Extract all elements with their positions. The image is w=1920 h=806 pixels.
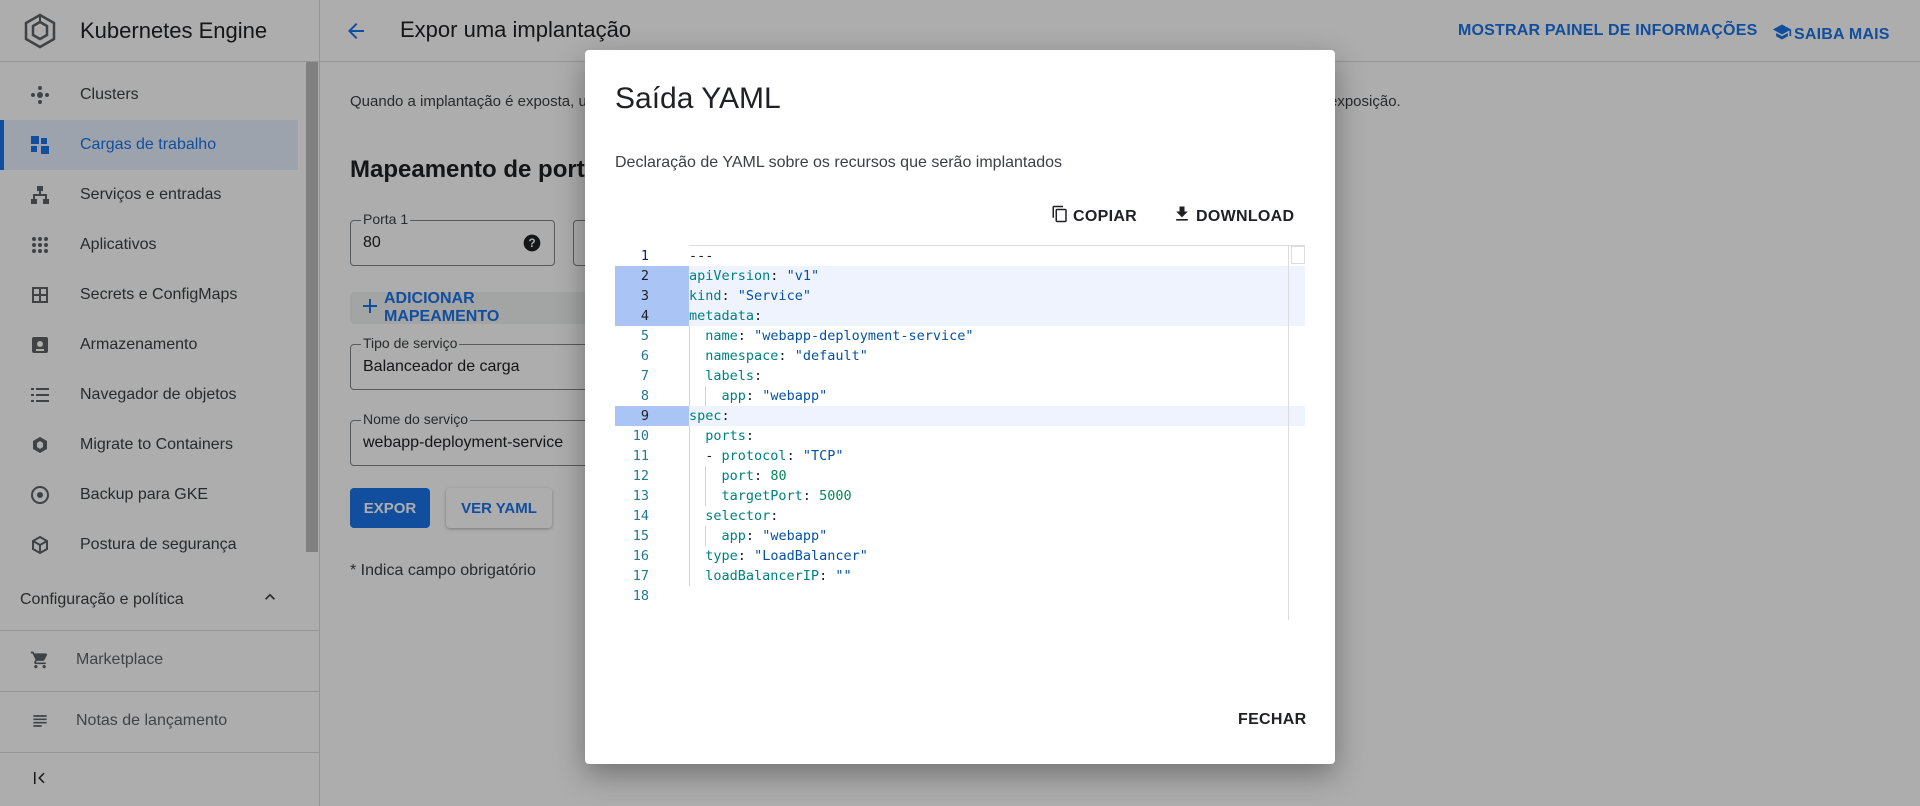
editor-overview-ruler [1291, 246, 1305, 264]
line-number: 5 [640, 328, 649, 344]
download-icon [1172, 204, 1192, 229]
indent-guide [705, 466, 707, 506]
close-button[interactable]: FECHAR [1238, 711, 1306, 729]
line-number: 9 [615, 406, 689, 426]
copy-icon [1051, 204, 1069, 229]
code-text: ports: [705, 428, 755, 444]
copy-button[interactable]: COPIAR [1051, 204, 1137, 229]
yaml-output-dialog: Saída YAML Declaração de YAML sobre os r… [585, 50, 1335, 764]
line-number: 16 [632, 548, 649, 564]
line-number: 10 [632, 428, 649, 444]
line-number: 18 [632, 588, 649, 604]
line-number: 14 [632, 508, 649, 524]
code-line[interactable]: 2 apiVersion: "v1" [615, 266, 1305, 286]
line-number: 11 [632, 448, 649, 464]
code-text: metadata: [689, 308, 763, 324]
code-line[interactable]: 15 app: "webapp" [615, 526, 1305, 546]
line-number: 3 [615, 286, 689, 306]
code-line[interactable]: 3 kind: "Service" [615, 286, 1305, 306]
code-text: app: "webapp" [721, 388, 828, 404]
code-line[interactable]: 8 app: "webapp" [615, 386, 1305, 406]
yaml-code-editor[interactable]: 18 17 loadBalancerIP: "" 16 type: "LoadBal… [615, 245, 1305, 620]
code-line[interactable]: 16 type: "LoadBalancer" [615, 546, 1305, 566]
editor-top-border [689, 245, 1305, 246]
code-text: selector: [705, 508, 779, 524]
code-text: targetPort: 5000 [721, 488, 852, 504]
code-text: --- [689, 248, 714, 264]
line-number: 12 [632, 468, 649, 484]
indent-guide [705, 526, 707, 546]
indent-guide [689, 326, 690, 406]
code-line[interactable]: 7 labels: [615, 366, 1305, 386]
code-text: - protocol: "TCP" [705, 448, 844, 464]
code-line[interactable]: 11 - protocol: "TCP" [615, 446, 1305, 466]
code-text: type: "LoadBalancer" [705, 548, 868, 564]
line-number: 7 [640, 368, 649, 384]
code-text: port: 80 [721, 468, 787, 484]
code-line[interactable]: 12 port: 80 [615, 466, 1305, 486]
line-number: 17 [632, 568, 649, 584]
indent-guide [705, 386, 707, 406]
code-line[interactable]: 18 [615, 586, 1305, 606]
editor-scrollbar[interactable] [1288, 245, 1289, 620]
code-text: spec: [689, 408, 730, 424]
code-text: namespace: "default" [705, 348, 868, 364]
code-line[interactable]: 6 namespace: "default" [615, 346, 1305, 366]
line-number: 15 [632, 528, 649, 544]
line-number: 13 [632, 488, 649, 504]
code-line[interactable]: 5 name: "webapp-deployment-service" [615, 326, 1305, 346]
code-line[interactable]: 14 selector: [615, 506, 1305, 526]
code-line[interactable]: 1 --- [615, 246, 1305, 266]
code-text: loadBalancerIP: "" [705, 568, 852, 584]
code-text: apiVersion: "v1" [689, 268, 820, 284]
code-line[interactable]: 4 metadata: [615, 306, 1305, 326]
line-number: 8 [640, 388, 649, 404]
line-number: 1 [640, 248, 649, 264]
indent-guide [689, 426, 690, 586]
code-text: labels: [705, 368, 763, 384]
code-text: name: "webapp-deployment-service" [705, 328, 974, 344]
line-number: 6 [640, 348, 649, 364]
code-line[interactable]: 17 loadBalancerIP: "" [615, 566, 1305, 586]
dialog-description: Declaração de YAML sobre os recursos que… [615, 154, 1063, 171]
download-label: DOWNLOAD [1196, 207, 1295, 225]
code-line[interactable]: 10 ports: [615, 426, 1305, 446]
copy-label: COPIAR [1073, 207, 1138, 225]
code-line[interactable]: 9 spec: [615, 406, 1305, 426]
dialog-title: Saída YAML [615, 82, 781, 115]
line-number: 4 [615, 306, 689, 326]
download-button[interactable]: DOWNLOAD [1172, 204, 1294, 229]
line-number: 2 [615, 266, 689, 286]
code-text: app: "webapp" [721, 528, 828, 544]
code-line[interactable]: 13 targetPort: 5000 [615, 486, 1305, 506]
code-text: kind: "Service" [689, 288, 811, 304]
